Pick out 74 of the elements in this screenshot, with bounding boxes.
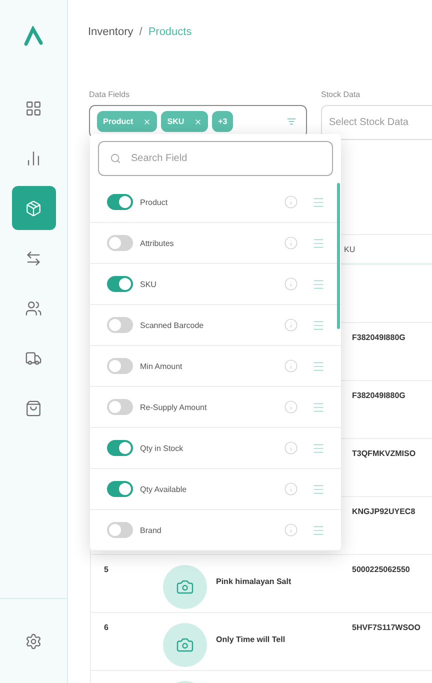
drag-handle-icon[interactable]: [312, 236, 325, 250]
truck-icon: [25, 350, 42, 366]
users-icon: [25, 300, 42, 316]
field-name: SKU: [140, 280, 158, 288]
camera-icon: [176, 578, 194, 596]
info-icon[interactable]: [284, 523, 298, 537]
field-name: Brand: [140, 526, 162, 534]
toggle-switch[interactable]: [107, 358, 133, 374]
product-name: Pink himalayan Salt: [216, 577, 292, 586]
drag-handle-icon[interactable]: [312, 360, 325, 372]
row-index: 6: [104, 623, 110, 634]
product-name: Only Time will Tell: [216, 635, 286, 644]
nav-button[interactable]: [12, 186, 56, 230]
info-icon[interactable]: [284, 482, 298, 496]
toggle-switch[interactable]: [107, 235, 133, 251]
toggle-switch[interactable]: [107, 194, 133, 210]
drag-handle-icon[interactable]: [312, 524, 325, 536]
toggle-switch[interactable]: [107, 399, 133, 415]
bar-chart-icon: [25, 150, 42, 166]
scrollbar[interactable]: [337, 183, 340, 329]
field-chip[interactable]: +3: [212, 111, 234, 132]
sku-cell-text: F382049I880G: [352, 333, 406, 344]
field-name: Qty in Stock: [140, 444, 184, 452]
logo-icon: [24, 26, 44, 46]
toggle-switch[interactable]: [107, 440, 133, 456]
bag-icon: [25, 400, 42, 416]
info-icon[interactable]: [284, 236, 298, 250]
toggle-switch[interactable]: [107, 276, 133, 292]
field-chip[interactable]: SKU: [161, 111, 208, 132]
arrows-icon: [25, 250, 42, 266]
breadcrumb-link[interactable]: Products: [148, 26, 192, 38]
search-icon: [110, 153, 121, 164]
row-index: 5: [104, 565, 110, 576]
drag-handle-icon[interactable]: [312, 318, 325, 332]
sku-cell-text: 5HVF7S117WSOO: [352, 623, 422, 634]
field-name: Scanned Barcode: [140, 320, 205, 330]
info-icon[interactable]: [284, 277, 298, 291]
info-icon[interactable]: [284, 400, 298, 414]
field-chip[interactable]: Product: [97, 111, 158, 132]
field-name: Attributes: [140, 238, 175, 248]
toggle-switch[interactable]: [107, 317, 133, 333]
box-icon: [25, 200, 42, 216]
field-name: Product: [140, 198, 169, 206]
sku-cell-text: 5000225062550: [352, 565, 411, 576]
toggle-switch[interactable]: [107, 522, 133, 538]
info-icon[interactable]: [284, 195, 298, 209]
breadcrumb-link[interactable]: Inventory: [88, 26, 134, 38]
toggle-switch[interactable]: [107, 481, 133, 497]
search-field[interactable]: Search Field: [98, 141, 333, 176]
drag-handle-icon[interactable]: [312, 196, 325, 208]
settings-icon: [25, 632, 42, 650]
sku-cell-text: KNGJP92UYEC8: [352, 507, 416, 518]
column-header: KU: [344, 244, 356, 254]
field-name: Re-Supply Amount: [140, 402, 208, 412]
field-label: Stock Data: [321, 90, 362, 99]
stock-data-select[interactable]: Select Stock Data: [321, 105, 432, 140]
breadcrumb-separator: /: [139, 26, 142, 38]
sku-cell-text: T3QFMKVZMISO: [352, 449, 417, 460]
field-label: Data Fields: [89, 90, 130, 99]
info-icon[interactable]: [284, 359, 298, 373]
remove-icon[interactable]: [143, 118, 152, 126]
drag-handle-icon[interactable]: [312, 278, 325, 290]
drag-handle-icon[interactable]: [312, 400, 325, 414]
grid-icon: [25, 100, 42, 116]
remove-icon[interactable]: [194, 118, 202, 126]
filter-icon: [287, 117, 296, 126]
field-name: Qty Available: [140, 484, 188, 494]
camera-icon: [176, 636, 194, 654]
info-icon[interactable]: [284, 441, 298, 455]
info-icon[interactable]: [284, 318, 298, 332]
drag-handle-icon[interactable]: [312, 442, 325, 454]
drag-handle-icon[interactable]: [312, 482, 325, 496]
sku-cell-text: F382049I880G: [352, 391, 406, 402]
field-name: Min Amount: [140, 362, 184, 370]
